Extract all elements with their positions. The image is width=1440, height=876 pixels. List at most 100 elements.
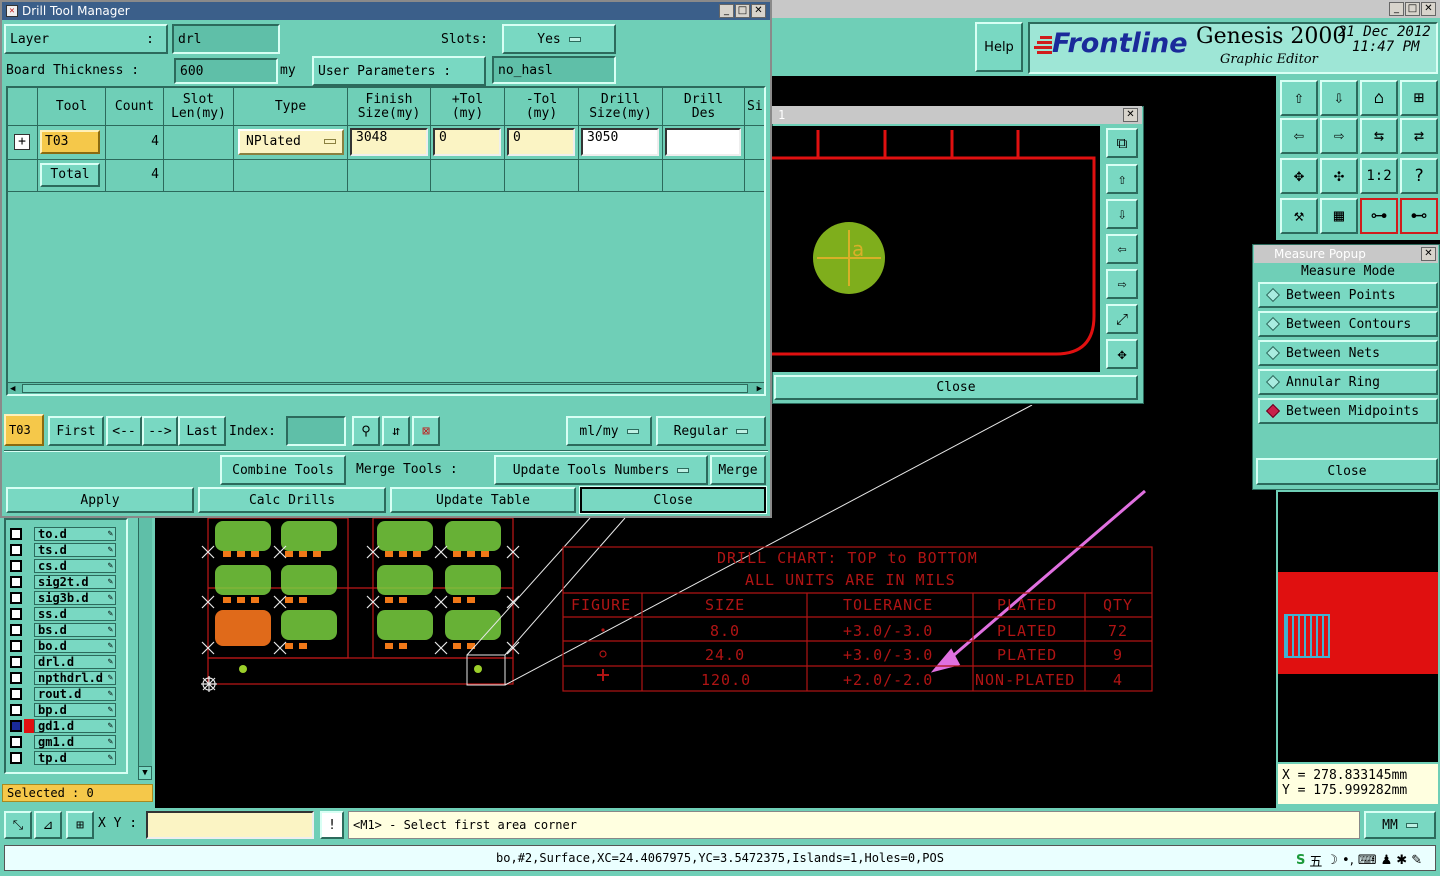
layer-row[interactable]: tp.d	[8, 750, 123, 765]
layer-name[interactable]: to.d	[34, 526, 116, 541]
fit-icon[interactable]: ✥	[1280, 158, 1318, 194]
select-mode-icon[interactable]: ⤡	[4, 811, 32, 839]
layer-row[interactable]: drl.d	[8, 654, 123, 669]
layer-name[interactable]: bs.d	[34, 622, 116, 637]
calc-drills-button[interactable]: Calc Drills	[198, 487, 386, 513]
pan-left-icon[interactable]: ⇦	[1280, 118, 1318, 154]
zoom-home-icon[interactable]: ⇧	[1280, 80, 1318, 116]
layer-label[interactable]: Layer:	[4, 24, 168, 54]
tool-button[interactable]: T03	[40, 130, 100, 154]
layer-row[interactable]: bo.d	[8, 638, 123, 653]
layer-name[interactable]: tp.d	[34, 750, 116, 765]
layer-row[interactable]: ts.d	[8, 542, 123, 557]
search-tool-icon[interactable]: ⚲	[352, 416, 380, 446]
combine-tools-button[interactable]: Combine Tools	[220, 455, 346, 485]
layer-field[interactable]: drl	[172, 24, 280, 54]
layer-checkbox[interactable]	[10, 671, 22, 684]
layer-name[interactable]: gd1.d	[34, 718, 116, 733]
layer-checkbox[interactable]	[10, 655, 22, 668]
mode-between-midpoints[interactable]: Between Midpoints	[1258, 398, 1438, 424]
ime-keyboard-icon[interactable]: ⌨	[1358, 853, 1377, 868]
zoom-window-close-icon[interactable]: ✕	[1123, 108, 1138, 122]
net-select-icon[interactable]: ⊷	[1400, 198, 1438, 234]
layer-name[interactable]: ss.d	[34, 606, 116, 621]
next-button[interactable]: -->	[142, 416, 178, 446]
finish-size-input[interactable]: 3048	[350, 128, 428, 156]
layer-row[interactable]: rout.d	[8, 686, 123, 701]
apply-button[interactable]: Apply	[6, 487, 194, 513]
layer-name[interactable]: bp.d	[34, 702, 116, 717]
layer-checkbox[interactable]	[10, 623, 22, 636]
layer-row[interactable]: to.d	[8, 526, 123, 541]
layer-name[interactable]: sig3b.d	[34, 590, 116, 605]
header-drill-des[interactable]: Drill Des	[663, 88, 745, 126]
minimap-viewport[interactable]	[1284, 614, 1330, 658]
header-minus-tol[interactable]: -Tol (my)	[505, 88, 579, 126]
mirror-icon[interactable]: ⇆	[1360, 118, 1398, 154]
layer-row[interactable]: bs.d	[8, 622, 123, 637]
layer-checkbox[interactable]	[10, 703, 22, 716]
layer-row[interactable]: sig3b.d	[8, 590, 123, 605]
update-table-button[interactable]: Update Table	[390, 487, 576, 513]
layer-list-scrollbar[interactable]	[138, 518, 152, 780]
measure-tool-icon[interactable]: ⚒	[1280, 198, 1318, 234]
ime-logo-icon[interactable]: S	[1296, 853, 1305, 868]
update-numbers-dropdown[interactable]: Update Tools Numbers	[494, 455, 708, 485]
zoom-fit-icon[interactable]: ⧉	[1106, 128, 1138, 158]
net-tool-icon[interactable]: ⊶	[1360, 198, 1398, 234]
layer-name[interactable]: rout.d	[34, 686, 116, 701]
center-icon[interactable]: ✣	[1320, 158, 1358, 194]
delete-icon[interactable]: ⊠	[412, 416, 440, 446]
dtm-maximize-button[interactable]: □	[735, 4, 750, 18]
index-input[interactable]	[286, 416, 346, 446]
layer-row[interactable]: bp.d	[8, 702, 123, 717]
layer-checkbox[interactable]	[10, 639, 22, 652]
layer-checkbox[interactable]	[10, 527, 22, 540]
expand-icon[interactable]: ⤢	[1106, 304, 1138, 334]
home-icon[interactable]: ⌂	[1360, 80, 1398, 116]
layer-checkbox[interactable]	[10, 575, 22, 588]
layer-checkbox[interactable]	[10, 687, 22, 700]
ime-five-icon[interactable]: 五	[1309, 851, 1322, 870]
header-count[interactable]: Count	[106, 88, 164, 126]
header-slot-len[interactable]: Slot Len(my)	[164, 88, 234, 126]
zoom-in-icon[interactable]: ⇧	[1106, 164, 1138, 194]
close-window-button[interactable]: ✕	[1421, 2, 1436, 16]
table-hscrollbar[interactable]: ◀ ▶	[8, 382, 764, 394]
swap-icon[interactable]: ⇄	[1400, 118, 1438, 154]
maximize-button[interactable]: □	[1405, 2, 1420, 16]
measure-close-button[interactable]: Close	[1256, 458, 1438, 485]
layer-checkbox[interactable]	[10, 719, 22, 732]
ime-settings-icon[interactable]: ✱	[1396, 853, 1407, 868]
layer-checkbox[interactable]	[10, 543, 22, 556]
xy-input[interactable]	[146, 811, 314, 839]
header-drill-size[interactable]: Drill Size(my)	[579, 88, 663, 126]
user-params-field[interactable]: no_hasl	[492, 56, 616, 84]
snap-grid-icon[interactable]: ⊞	[66, 811, 94, 839]
header-type[interactable]: Type	[234, 88, 348, 126]
drill-des-input[interactable]	[665, 128, 741, 156]
header-plus-tol[interactable]: +Tol (my)	[431, 88, 505, 126]
minus-tol-input[interactable]: 0	[507, 128, 575, 156]
sort-icon[interactable]: ⇵	[382, 416, 410, 446]
scale-1-2-icon[interactable]: 1:2	[1360, 158, 1398, 194]
ime-punct-icon[interactable]: •,	[1342, 853, 1354, 868]
last-button[interactable]: Last	[178, 416, 226, 446]
header-tool[interactable]: Tool	[38, 88, 106, 126]
mode-dropdown[interactable]: Regular	[656, 416, 766, 446]
header-si[interactable]: Si	[745, 88, 764, 126]
layer-checkbox[interactable]	[10, 735, 22, 748]
mode-annular-ring[interactable]: Annular Ring	[1258, 369, 1438, 395]
layer-name[interactable]: drl.d	[34, 654, 116, 669]
pan-right-icon[interactable]: ⇨	[1320, 118, 1358, 154]
alert-icon[interactable]: !	[320, 811, 344, 839]
pan-right-small-icon[interactable]: ⇨	[1106, 269, 1138, 299]
merge-button[interactable]: Merge	[710, 455, 766, 485]
ime-user-icon[interactable]: ♟	[1381, 853, 1393, 868]
units-mm-dropdown[interactable]: MM	[1364, 811, 1436, 839]
expand-icon[interactable]: +	[14, 134, 30, 150]
layer-row[interactable]: cs.d	[8, 558, 123, 573]
mode-between-points[interactable]: Between Points	[1258, 282, 1438, 308]
user-params-button[interactable]: User Parameters :	[312, 56, 486, 86]
layer-row[interactable]: gm1.d	[8, 734, 123, 749]
